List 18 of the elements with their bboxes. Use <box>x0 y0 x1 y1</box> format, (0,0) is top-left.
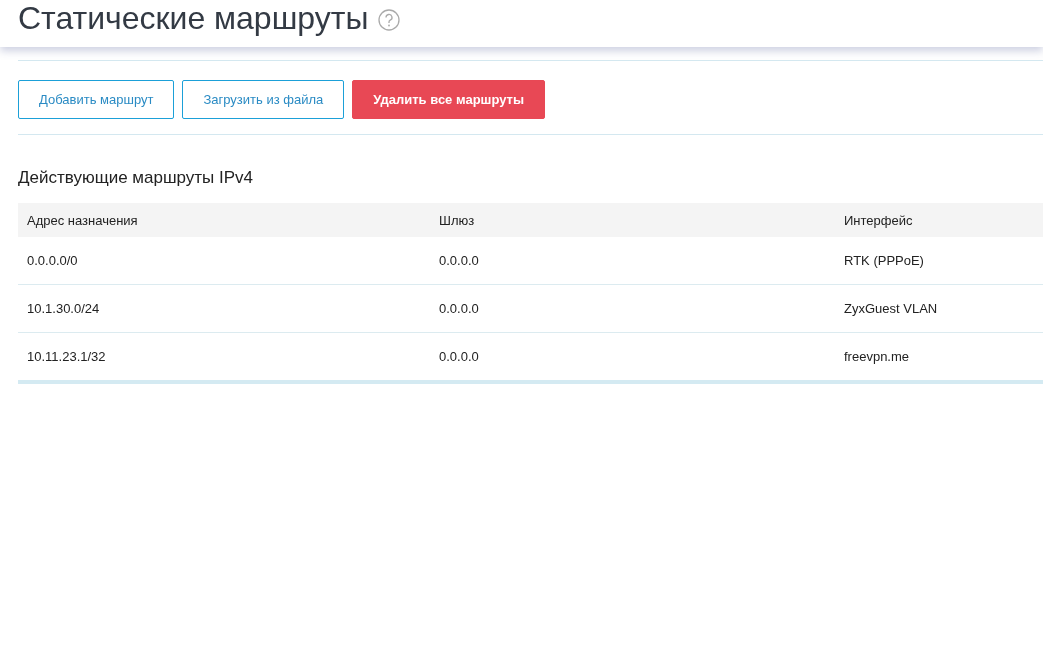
column-header: Шлюз <box>430 203 835 237</box>
section-title: Действующие маршруты IPv4 <box>18 168 254 188</box>
table-cell: 0.0.0.0 <box>430 237 835 285</box>
column-header: Интерфейс <box>835 203 1043 237</box>
table-cell-text: freevpn.me <box>843 348 911 366</box>
table-cell-text: 10.11.23.1/32 <box>26 348 107 366</box>
table-cell: 10.1.30.0/24 <box>18 285 430 333</box>
help-icon[interactable] <box>378 8 401 31</box>
table-cell: RTK (PPPoE) <box>835 237 1043 285</box>
action-button[interactable]: Загрузить из файла <box>182 80 345 119</box>
table-cell: ZyxGuest VLAN <box>835 285 1043 333</box>
action-button[interactable]: Добавить маршрут <box>18 80 175 119</box>
column-header: Адрес назначения <box>18 203 430 237</box>
delete-all-button[interactable]: Удалить все маршруты <box>352 80 546 119</box>
table-cell-text: 0.0.0.0 <box>438 348 480 366</box>
table-cell: 0.0.0.0 <box>430 285 835 333</box>
table-cell: 0.0.0.0/0 <box>18 237 430 285</box>
page-title: Статические маршруты <box>18 0 369 37</box>
